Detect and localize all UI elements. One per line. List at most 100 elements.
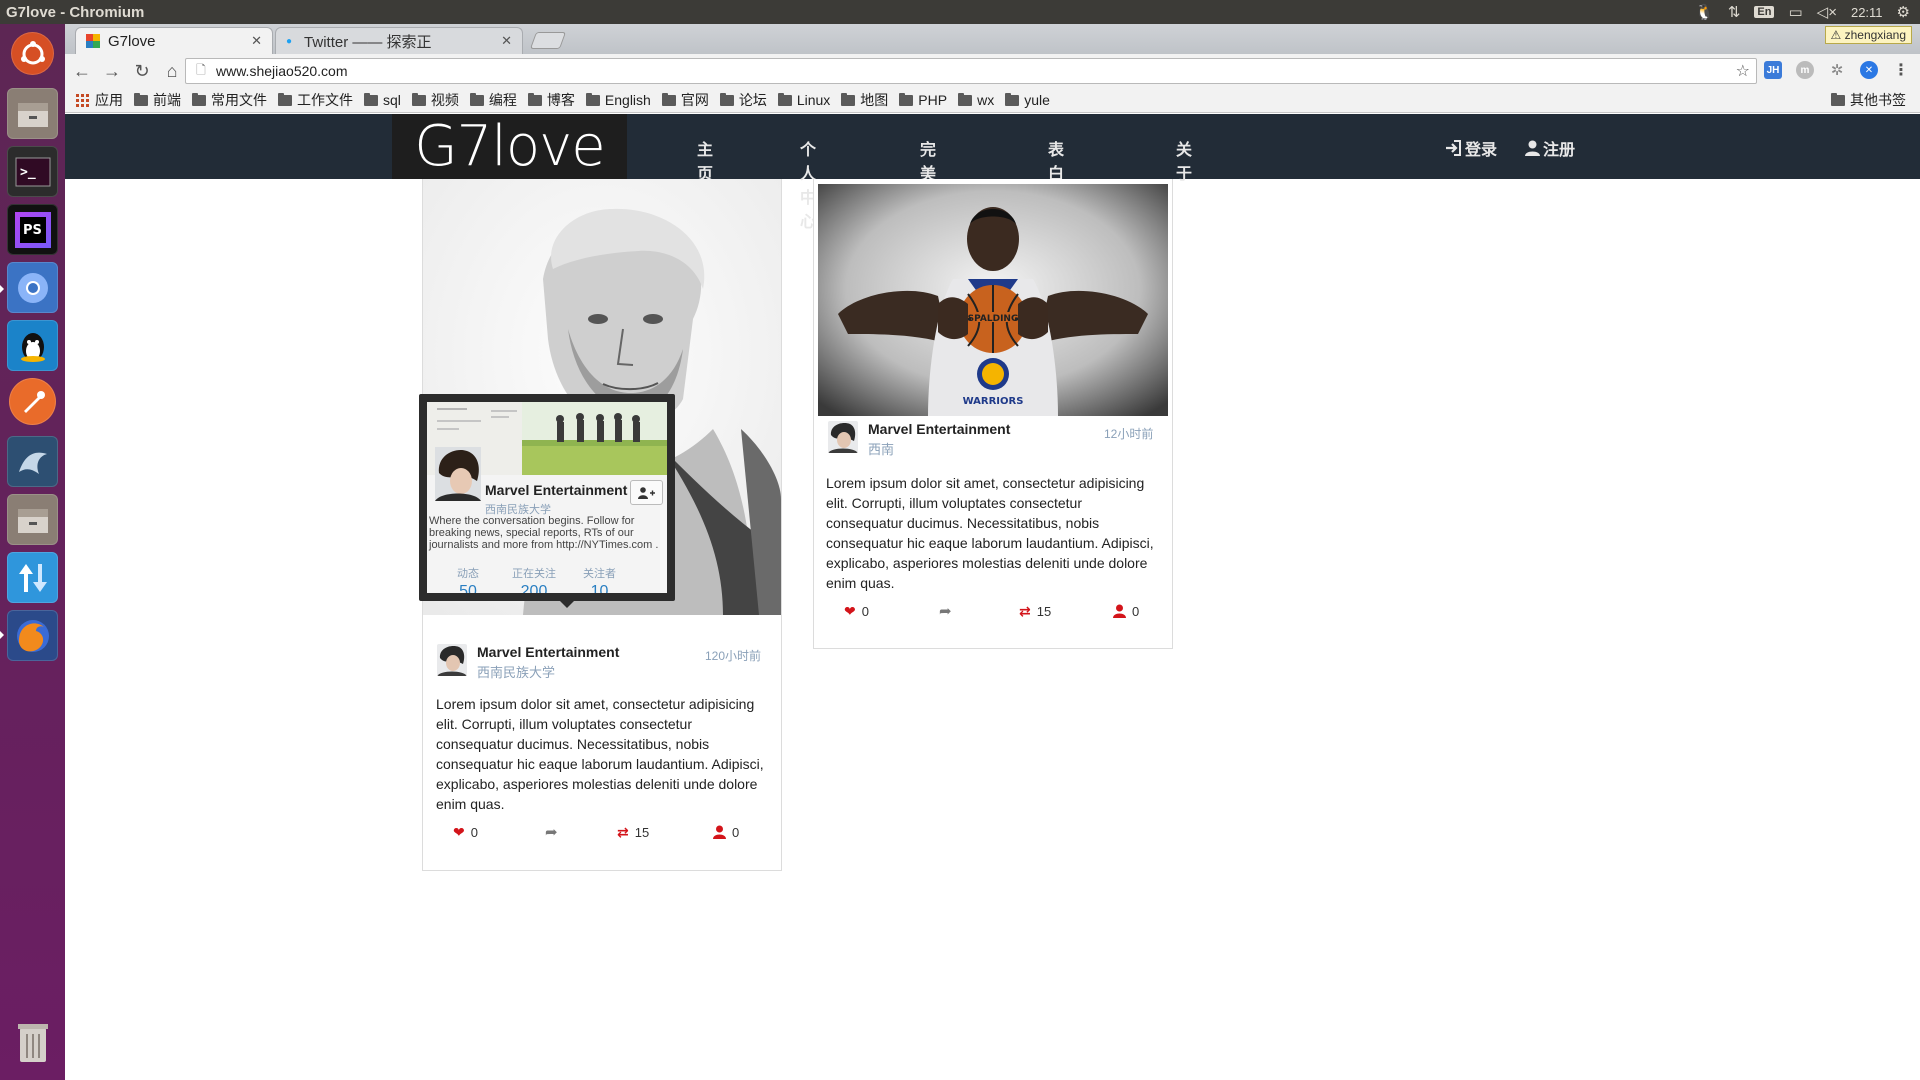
back-arrow-icon[interactable]: ←: [69, 61, 95, 82]
close-tab-icon[interactable]: ✕: [501, 33, 512, 49]
qq-icon[interactable]: [7, 320, 58, 371]
battery-icon[interactable]: ▭: [1788, 3, 1802, 21]
transfer-icon[interactable]: [7, 552, 58, 603]
reload-icon[interactable]: ↻: [129, 61, 155, 82]
folder-icon: [134, 92, 148, 106]
follow-action[interactable]: 0: [1113, 602, 1139, 620]
address-bar[interactable]: 🗋 www.shejiao520.com ☆: [185, 58, 1757, 84]
folder-icon: [364, 92, 378, 106]
apps-grid-icon: [76, 93, 89, 107]
tab-twitter[interactable]: ● Twitter —— 探索正 ✕: [275, 27, 523, 54]
bookmark-folder[interactable]: 前端: [134, 90, 181, 110]
post-timestamp: 120小时前: [705, 649, 762, 663]
author-avatar[interactable]: [437, 644, 467, 676]
bookmark-folder[interactable]: yule: [1005, 92, 1050, 108]
svg-text:SPALDING: SPALDING: [968, 314, 1019, 324]
register-link[interactable]: 注册: [1525, 136, 1575, 160]
other-bookmarks[interactable]: 其他书签: [1831, 90, 1906, 110]
bookmark-folder[interactable]: 博客: [527, 90, 575, 110]
phpstorm-icon[interactable]: PS: [7, 204, 58, 255]
bookmark-folder[interactable]: 官网: [661, 90, 709, 110]
bookmark-folder[interactable]: wx: [958, 92, 994, 108]
post-author[interactable]: Marvel Entertainment 西南: [828, 421, 1010, 458]
dash-icon[interactable]: [11, 32, 54, 75]
volume-muted-icon[interactable]: ◁×: [1817, 3, 1837, 21]
g7love-favicon-icon: [86, 34, 100, 48]
profile-avatar[interactable]: [435, 447, 481, 501]
new-tab-button[interactable]: [529, 32, 567, 49]
files-icon[interactable]: [7, 88, 58, 139]
forward-arrow-icon[interactable]: →: [99, 61, 125, 82]
bookmark-folder[interactable]: English: [585, 92, 651, 108]
nav-about[interactable]: 关于: [1176, 136, 1192, 184]
svg-text:WARRIORS: WARRIORS: [963, 396, 1024, 407]
bookmark-folder[interactable]: 常用文件: [192, 90, 267, 110]
profile-name[interactable]: Marvel Entertainment: [485, 482, 627, 498]
profile-stat-posts[interactable]: 动态 50: [457, 565, 479, 593]
m-extension-icon[interactable]: m: [1796, 61, 1814, 79]
profile-stat-followers[interactable]: 关注者 10: [583, 565, 616, 593]
like-action[interactable]: ❤ 0: [453, 823, 545, 841]
follow-action[interactable]: 0: [713, 823, 739, 841]
bookmark-folder[interactable]: 论坛: [719, 90, 767, 110]
login-link[interactable]: 登录: [1445, 136, 1497, 160]
like-action[interactable]: ❤ 0: [844, 602, 939, 620]
follow-user-button[interactable]: [630, 480, 663, 505]
url-text[interactable]: www.shejiao520.com: [216, 63, 348, 79]
tab-g7love[interactable]: G7love ✕: [75, 27, 273, 54]
bookmark-apps[interactable]: 应用: [76, 90, 123, 110]
bookmark-folder[interactable]: 工作文件: [278, 90, 353, 110]
author-avatar[interactable]: [828, 421, 858, 453]
mysql-workbench-icon[interactable]: [7, 436, 58, 487]
bookmark-folder[interactable]: 编程: [469, 90, 517, 110]
bookmark-folder[interactable]: 地图: [841, 90, 888, 110]
menu-kebab-icon[interactable]: ⋮: [1892, 61, 1910, 79]
browser-toolbar: ← → ↻ ⌂ 🗋 www.shejiao520.com ☆ JH m ✲ ✕ …: [65, 54, 1920, 88]
svg-text:>_: >_: [20, 165, 36, 180]
qq-tray-icon[interactable]: 🐧: [1695, 3, 1714, 21]
trash-icon[interactable]: [7, 1016, 58, 1067]
post-card[interactable]: SPALDING WARRIORS Marvel Entertainment 西…: [813, 179, 1173, 649]
network-icon[interactable]: ⇅: [1728, 3, 1741, 21]
bookmark-folder[interactable]: sql: [364, 92, 401, 108]
share-action[interactable]: ➦: [545, 823, 617, 841]
retweet-action[interactable]: ⇄ 15: [1019, 602, 1113, 620]
terminal-icon[interactable]: >_: [7, 146, 58, 197]
close-tab-icon[interactable]: ✕: [251, 33, 262, 49]
clock[interactable]: 22:11: [1851, 5, 1883, 20]
x-extension-icon[interactable]: ✕: [1860, 61, 1878, 79]
share-action[interactable]: ➦: [939, 602, 1019, 620]
site-logo[interactable]: G7love: [392, 114, 627, 179]
author-name[interactable]: Marvel Entertainment: [868, 421, 1010, 437]
retweet-action[interactable]: ⇄ 15: [617, 823, 713, 841]
profile-badge[interactable]: ⚠ zhengxiang: [1824, 26, 1912, 44]
profile-stat-following[interactable]: 正在关注 200: [512, 565, 556, 593]
login-icon: [1446, 140, 1461, 156]
settings-gear-icon[interactable]: ⚙: [1897, 3, 1910, 21]
keyboard-layout-indicator[interactable]: En: [1754, 6, 1775, 18]
folder-icon: [958, 92, 973, 106]
bookmark-folder[interactable]: Linux: [777, 92, 830, 108]
jh-extension-icon[interactable]: JH: [1764, 61, 1782, 79]
retweet-icon: ⇄: [617, 823, 629, 840]
bookmark-folder[interactable]: 视频: [411, 90, 459, 110]
gear-extension-icon[interactable]: ✲: [1828, 61, 1846, 79]
profile-hover-card[interactable]: Marvel Entertainment 西南民族大学 Where the co…: [419, 394, 675, 608]
home-icon[interactable]: ⌂: [159, 61, 185, 82]
bookmark-folder[interactable]: PHP: [899, 92, 947, 108]
page-info-icon[interactable]: 🗋: [192, 61, 210, 82]
files-alt-icon[interactable]: [7, 494, 58, 545]
bookmark-star-icon[interactable]: ☆: [1736, 61, 1750, 81]
post-author[interactable]: Marvel Entertainment 西南民族大学: [437, 644, 619, 681]
folder-icon: [777, 92, 792, 106]
author-school: 西南: [868, 442, 895, 457]
twitter-favicon-icon: ●: [286, 35, 293, 47]
folder-icon: [841, 92, 856, 106]
post-image[interactable]: SPALDING WARRIORS: [818, 184, 1168, 416]
chromium-icon[interactable]: [7, 262, 58, 313]
author-name[interactable]: Marvel Entertainment: [477, 644, 619, 660]
firefox-icon[interactable]: [7, 610, 58, 661]
tab-strip: G7love ✕ ● Twitter —— 探索正 ✕ ⚠ zhengxiang: [65, 24, 1920, 54]
nav-home[interactable]: 主页: [697, 136, 713, 184]
postman-icon[interactable]: [9, 378, 56, 425]
